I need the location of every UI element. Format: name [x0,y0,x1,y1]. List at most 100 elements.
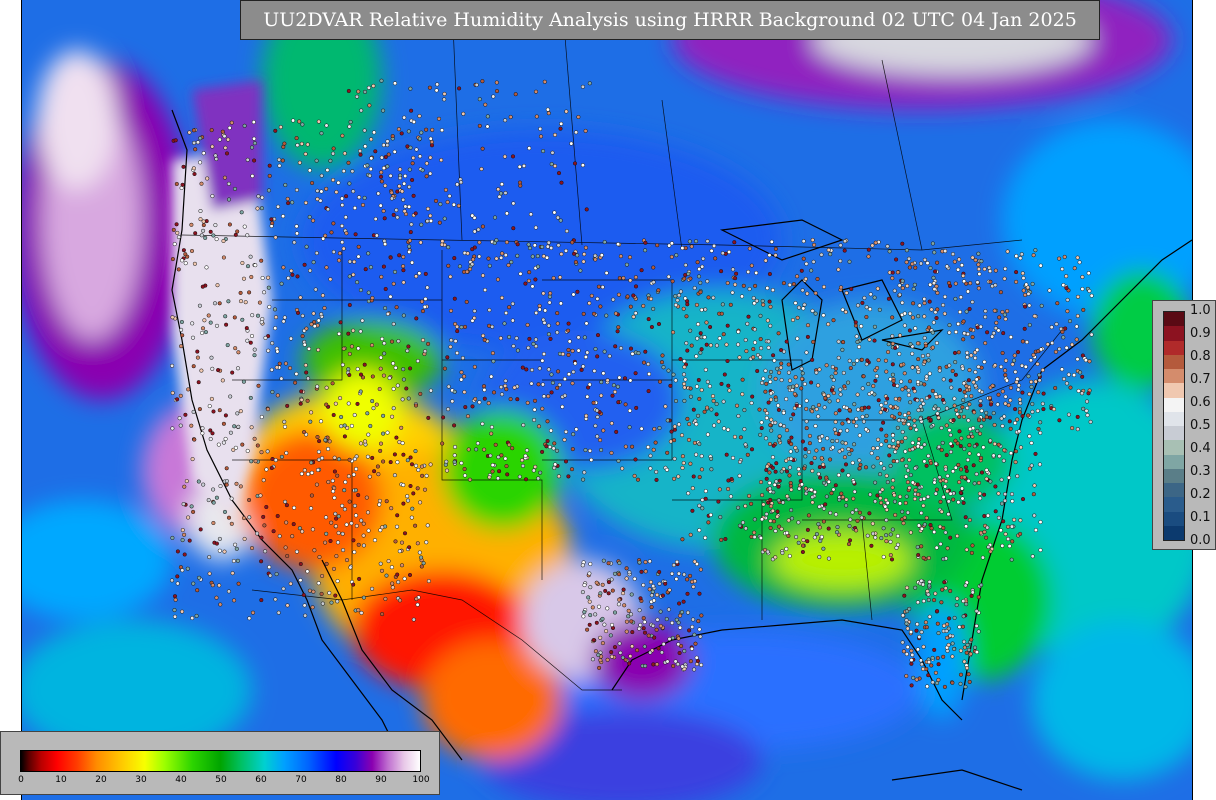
station-marker [812,455,817,460]
station-marker [1020,339,1025,344]
station-marker [871,383,876,389]
station-marker [273,326,278,331]
station-marker [347,372,352,378]
station-marker [970,335,975,340]
station-marker [559,121,564,126]
station-marker [786,370,791,375]
station-marker [462,466,467,472]
station-marker [993,268,998,273]
station-marker [511,226,516,231]
station-marker [567,339,572,344]
station-marker [888,532,893,537]
station-marker [1038,548,1043,553]
station-marker [844,497,849,502]
station-marker [973,383,978,388]
station-marker [180,538,185,543]
station-marker [900,640,905,645]
station-marker [323,515,329,520]
station-marker [930,655,935,660]
station-marker [245,264,251,269]
station-marker [480,273,486,278]
station-marker [420,309,426,314]
station-marker [907,328,912,333]
station-marker [474,82,479,87]
station-marker [781,281,786,286]
station-marker [401,254,406,259]
station-marker [948,449,953,454]
observation-colorbar-tick-label: 0.1 [1190,510,1211,525]
station-marker [962,659,967,664]
station-marker [379,155,384,160]
station-marker [392,452,397,457]
station-marker [598,591,603,596]
station-marker [504,387,509,392]
station-marker [696,322,701,327]
station-marker [736,342,741,347]
station-marker [170,363,175,368]
station-marker [672,476,677,481]
station-marker [419,222,424,227]
station-marker [966,478,971,483]
station-marker [356,254,361,259]
station-marker [1010,362,1015,367]
station-marker [530,254,535,259]
station-marker [347,351,352,356]
station-marker [337,251,342,256]
station-marker [696,619,701,624]
station-marker [1013,420,1018,426]
station-marker [385,139,390,144]
rh-colorbar-tick-label: 100 [412,775,430,785]
station-marker [269,465,274,471]
station-marker [331,249,336,254]
station-marker [803,486,808,491]
station-marker [410,177,415,183]
station-marker [765,549,770,554]
station-marker [193,147,198,152]
station-marker [324,186,329,191]
station-marker [1084,399,1090,404]
station-marker [332,455,337,460]
station-marker [682,572,687,577]
station-marker [410,506,415,511]
station-marker [960,366,965,371]
station-marker [936,444,942,449]
station-marker [195,355,200,360]
station-marker [902,413,907,418]
station-marker [596,284,601,289]
station-marker [472,364,477,369]
station-marker [815,276,820,282]
station-marker [933,591,938,596]
station-marker [249,546,255,551]
station-marker [257,300,262,305]
station-marker [977,418,982,423]
station-marker [967,443,972,448]
station-marker [448,308,454,313]
station-marker [759,426,764,431]
station-marker [736,413,741,419]
station-marker [378,441,384,446]
station-marker [985,330,990,335]
station-marker [297,160,302,165]
station-marker [982,267,987,272]
station-marker [602,349,607,354]
station-marker [643,663,648,668]
station-marker [201,223,206,228]
station-marker [646,362,651,367]
station-marker [499,295,505,300]
station-marker [598,304,603,309]
station-marker [294,549,299,554]
station-marker [1072,266,1077,271]
station-marker [189,248,195,254]
station-marker [799,482,804,487]
station-marker [333,511,338,516]
station-marker [950,252,956,257]
station-marker [769,504,774,509]
station-marker [933,461,938,466]
station-marker [976,267,981,272]
station-marker [890,276,895,281]
station-marker [717,487,722,492]
station-marker [361,543,366,548]
station-marker [225,343,230,348]
station-marker [532,243,537,248]
station-marker [685,348,690,353]
